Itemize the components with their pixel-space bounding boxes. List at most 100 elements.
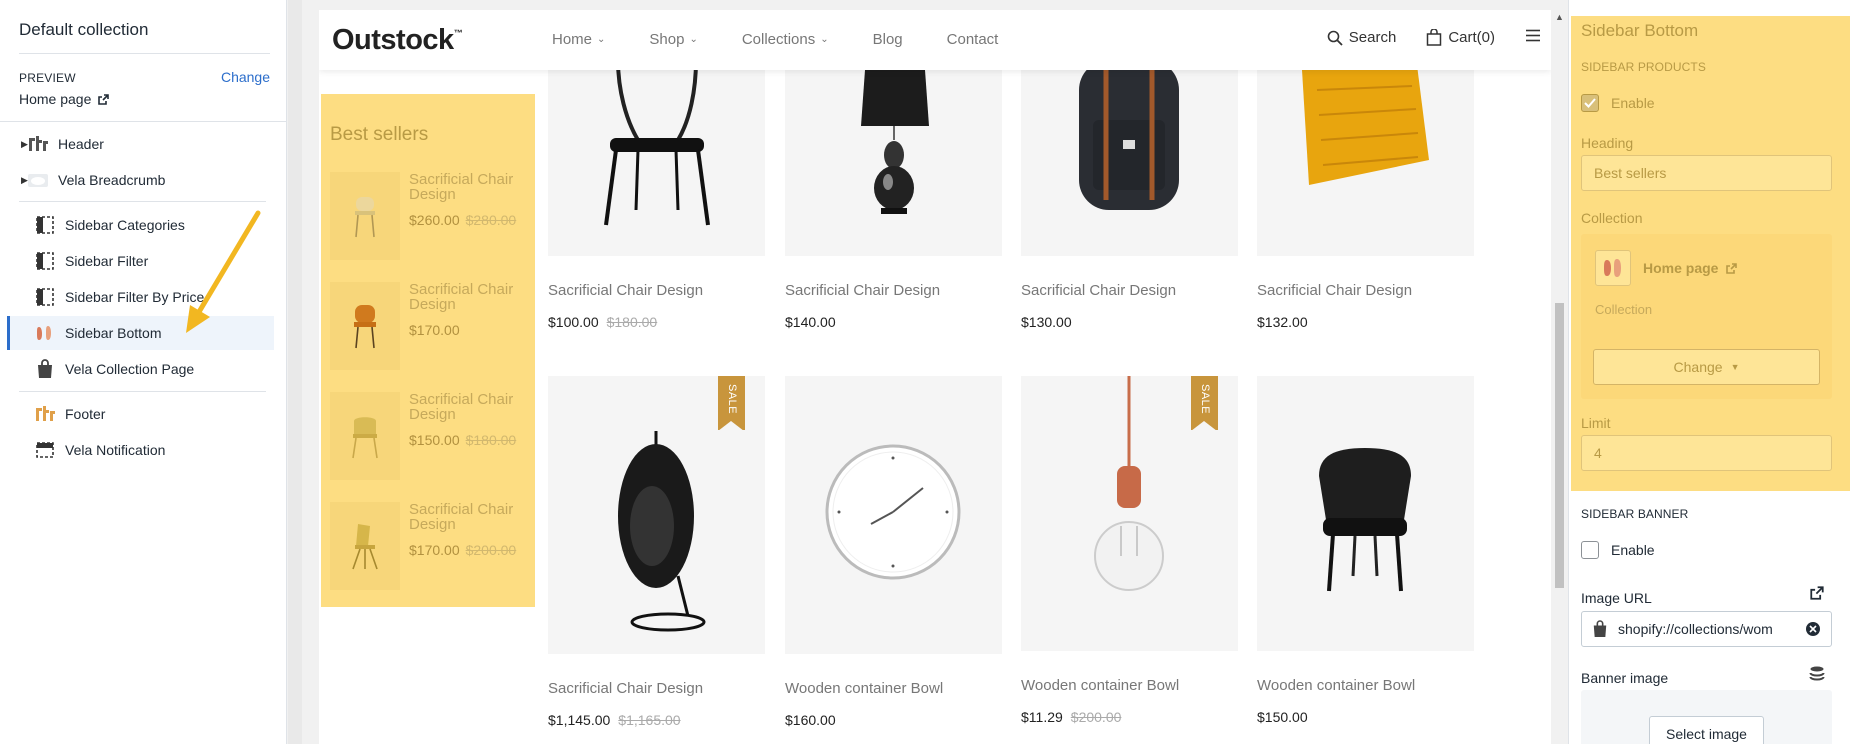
banner-enable-checkbox[interactable]: Enable <box>1581 541 1655 559</box>
section-label: Sidebar Filter <box>65 253 149 269</box>
section-label: Sidebar Bottom <box>65 325 162 341</box>
products-enable-checkbox[interactable]: Enable <box>1581 94 1655 112</box>
sidebar-layout-icon <box>34 214 56 236</box>
preview-scrollbar[interactable]: ▲ <box>1551 10 1568 744</box>
select-image-button[interactable]: Select image <box>1649 716 1764 744</box>
preview-frame: Outstock™ Home ⌄ Shop ⌄ Collections ⌄ Blog … <box>319 10 1551 744</box>
search-icon <box>1327 30 1343 46</box>
collection-name-link[interactable]: Home page <box>1643 260 1738 276</box>
store-logo[interactable]: Outstock™ <box>332 24 463 57</box>
section-vela-collection-page[interactable]: Vela Collection Page <box>0 352 274 386</box>
database-icon[interactable] <box>1809 666 1825 684</box>
change-collection-button[interactable]: Change ▼ <box>1593 349 1820 385</box>
heading-input[interactable]: Best sellers <box>1581 155 1832 191</box>
shoe-thumbnail-icon <box>34 322 56 344</box>
section-label: Footer <box>65 406 106 422</box>
menu-button[interactable] <box>1525 29 1541 46</box>
sale-badge: SALE <box>718 376 745 431</box>
search-button[interactable]: Search <box>1327 29 1396 46</box>
sections-sidebar: Default collection PREVIEW Change Home p… <box>0 0 287 744</box>
product-name[interactable]: Sacrificial Chair Design <box>409 502 529 532</box>
section-settings-panel: Sidebar Bottom SIDEBAR PRODUCTS Enable H… <box>1568 0 1850 744</box>
image-url-input[interactable]: shopify://collections/wom <box>1581 611 1832 647</box>
change-preview-link[interactable]: Change <box>221 69 270 85</box>
preview-page-link[interactable]: Home page <box>19 91 110 107</box>
checkmark-icon[interactable] <box>1581 94 1599 112</box>
divider <box>19 53 270 54</box>
product-title[interactable]: Sacrificial Chair Design <box>785 282 940 299</box>
product-thumbnail <box>330 282 400 370</box>
product-price: $160.00 <box>785 712 836 728</box>
product-price: $1,145.00 $1,165.00 <box>548 712 681 728</box>
scrollbar-thumb[interactable] <box>1555 303 1564 588</box>
product-image[interactable]: SALE <box>1021 376 1238 651</box>
product-title[interactable]: Sacrificial Chair Design <box>1257 282 1412 299</box>
limit-input[interactable]: 4 <box>1581 435 1832 471</box>
best-seller-item[interactable]: Sacrificial Chair Design $170.00 $200.00 <box>330 502 530 590</box>
store-header: Outstock™ Home ⌄ Shop ⌄ Collections ⌄ Blog … <box>319 10 1551 70</box>
product-price: $170.00 $200.00 <box>409 542 517 558</box>
scroll-up-icon[interactable]: ▲ <box>1555 12 1564 22</box>
image-thumbnail-icon <box>27 169 49 191</box>
sale-badge: SALE <box>1191 376 1218 431</box>
collection-tag-icon <box>1593 620 1607 637</box>
product-title[interactable]: Sacrificial Chair Design <box>548 282 703 299</box>
banner-image-label: Banner image <box>1581 670 1669 686</box>
collection-tag-icon <box>34 358 56 380</box>
nav-item-contact[interactable]: Contact <box>947 31 999 48</box>
checkbox-box[interactable] <box>1581 541 1599 559</box>
product-price: $132.00 <box>1257 314 1308 330</box>
heading-label: Heading <box>1581 135 1634 151</box>
nav-item-blog[interactable]: Blog <box>873 31 903 48</box>
product-name[interactable]: Sacrificial Chair Design <box>409 282 529 312</box>
nav-item-home[interactable]: Home ⌄ <box>552 31 605 48</box>
panel-gutter <box>288 0 302 744</box>
section-vela-breadcrumb[interactable]: ▶ Vela Breadcrumb <box>0 163 274 197</box>
preview-page-label: Home page <box>19 91 92 107</box>
product-title[interactable]: Wooden container Bowl <box>1021 677 1179 694</box>
external-link-icon[interactable] <box>1810 586 1824 600</box>
theme-logo-icon <box>27 133 49 155</box>
best-seller-item[interactable]: Sacrificial Chair Design $150.00 $180.00 <box>330 392 530 480</box>
product-image[interactable]: SALE <box>548 376 765 654</box>
expand-caret-icon[interactable]: ▶ <box>0 139 28 150</box>
product-image[interactable] <box>1257 376 1474 651</box>
cart-bag-icon <box>1427 29 1442 46</box>
nav-item-collections[interactable]: Collections ⌄ <box>742 31 829 48</box>
product-title[interactable]: Wooden container Bowl <box>1257 677 1415 694</box>
section-label: Vela Notification <box>65 442 166 458</box>
main-nav: Home ⌄ Shop ⌄ Collections ⌄ Blog Contact <box>552 31 1042 48</box>
product-title[interactable]: Sacrificial Chair Design <box>548 680 703 697</box>
expand-caret-icon[interactable]: ▶ <box>0 175 28 186</box>
template-title: Default collection <box>19 20 149 39</box>
chevron-down-icon: ⌄ <box>689 34 698 45</box>
product-price: $140.00 <box>785 314 836 330</box>
theme-logo-icon <box>34 403 56 425</box>
notification-bar-icon <box>34 439 56 461</box>
section-footer[interactable]: Footer <box>0 397 274 431</box>
product-price: $130.00 <box>1021 314 1072 330</box>
chevron-down-icon: ⌄ <box>597 34 606 45</box>
theme-editor: Default collection PREVIEW Change Home p… <box>0 0 1850 744</box>
preview-label: PREVIEW <box>19 71 76 85</box>
section-label: Header <box>58 136 104 152</box>
cart-button[interactable]: Cart(0) <box>1426 29 1495 46</box>
best-seller-item[interactable]: Sacrificial Chair Design $260.00 $280.00 <box>330 172 530 260</box>
section-header[interactable]: ▶ Header <box>0 127 274 161</box>
external-link-icon <box>98 93 110 105</box>
url-value: shopify://collections/wom <box>1618 621 1773 637</box>
product-name[interactable]: Sacrificial Chair Design <box>409 392 529 422</box>
product-price: $150.00 $180.00 <box>409 432 517 448</box>
product-name[interactable]: Sacrificial Chair Design <box>409 172 529 202</box>
clear-icon[interactable] <box>1805 621 1821 637</box>
product-title[interactable]: Wooden container Bowl <box>785 680 943 697</box>
collection-label: Collection <box>1581 210 1643 226</box>
nav-item-shop[interactable]: Shop ⌄ <box>649 31 697 48</box>
product-image[interactable] <box>785 376 1002 654</box>
product-title[interactable]: Sacrificial Chair Design <box>1021 282 1176 299</box>
product-price: $11.29 $200.00 <box>1021 709 1122 725</box>
sidebar-banner-caption: SIDEBAR BANNER <box>1581 507 1689 521</box>
sidebar-layout-icon <box>34 250 56 272</box>
best-seller-item[interactable]: Sacrificial Chair Design $170.00 <box>330 282 530 370</box>
section-vela-notification[interactable]: Vela Notification <box>0 433 274 467</box>
